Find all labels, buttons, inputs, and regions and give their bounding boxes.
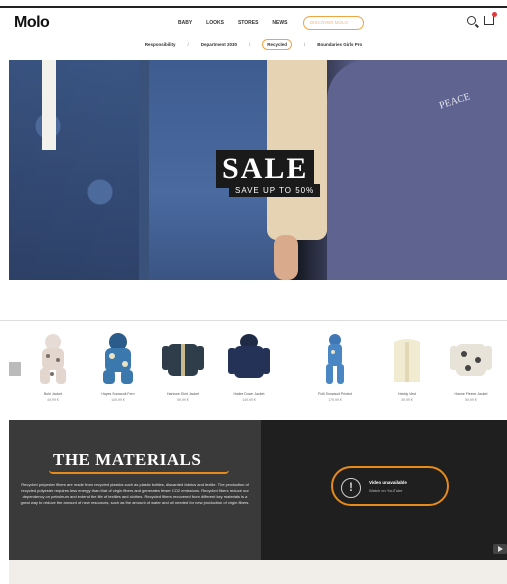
subnav-responsibility[interactable]: Responsibility [145,42,176,50]
product-name[interactable]: Polli Snowsuit Printed [304,392,366,396]
top-border [0,0,507,8]
materials-text-panel: THE MATERIALS Recycled polyester fibers … [9,420,261,560]
nav-item-discover-highlight[interactable]: DISCOVER MOLO [303,16,364,30]
video-title: Video unavailable [369,480,407,485]
search-icon[interactable] [467,16,476,25]
title-underline-annotation [49,470,229,474]
sub-navigation: Responsibility / Department 2030 / Recyc… [0,39,507,50]
materials-section: THE MATERIALS Recycled polyester fibers … [9,420,507,560]
video-panel[interactable]: ! Video unavailable Watch on YouTube [261,420,507,560]
product-card[interactable]: Hailee Down Jacket 149,99 € [218,330,280,410]
product-image[interactable] [228,330,270,386]
product-name[interactable]: Hailee Down Jacket [218,392,280,396]
materials-body: Recycled polyester fibers are made from … [20,482,250,505]
carousel-prev-button[interactable] [9,362,21,376]
cart-icon[interactable] [484,12,497,25]
product-name[interactable]: Bobi Jacket [22,392,84,396]
product-card[interactable]: Hayes Snowsuit Fern 149,99 € [87,330,149,410]
product-price: 179,99 € [328,398,342,402]
molo-logo[interactable]: Molo [14,14,50,32]
product-price: 49,99 € [47,398,59,402]
nav-item-looks[interactable]: LOOKS [206,20,224,26]
hero-sweater [327,60,507,280]
sale-label: SALE [216,150,315,188]
site-header: Molo BABY LOOKS STORES NEWS DISCOVER MOL… [8,10,502,36]
subnav-separator: / [187,42,189,47]
product-name[interactable]: Heddy Vest [376,392,438,396]
hero-arm [274,235,298,280]
header-icons [467,12,497,25]
product-price: 59,99 € [177,398,189,402]
divider [0,320,507,321]
product-image[interactable] [32,330,74,386]
product-image[interactable] [314,330,356,386]
product-price: 149,99 € [111,398,125,402]
subnav-separator: / [304,42,306,47]
youtube-icon[interactable] [493,544,507,554]
cart-badge [492,12,497,17]
video-link[interactable]: Watch on YouTube [369,488,403,493]
hero-white-shirt [42,60,56,150]
subnav-recycled[interactable]: Recycled [262,39,293,50]
product-card[interactable]: Heddy Vest 39,99 € [376,330,438,410]
alert-icon: ! [341,478,361,498]
product-card[interactable]: Polli Snowsuit Printed 179,99 € [304,330,366,410]
hero-denim-jacket [9,60,139,280]
subnav-separator: / [249,42,251,47]
product-card[interactable]: Hanne Fleece Jacket 59,99 € [440,330,502,410]
product-image[interactable] [97,330,139,386]
product-image[interactable] [450,330,492,386]
sale-subtitle: SAVE UP TO 50% [229,184,321,197]
product-price: 59,99 € [465,398,477,402]
product-price: 39,99 € [401,398,413,402]
product-name[interactable]: Hanne Fleece Jacket [440,392,502,396]
product-image[interactable] [162,330,204,386]
product-name[interactable]: Harlowe Shirt Jacket [152,392,214,396]
hero-banner[interactable]: PEACE SALE SAVE UP TO 50% [9,60,507,280]
materials-title: THE MATERIALS [53,450,202,469]
footer-strip [9,560,507,584]
nav-item-baby[interactable]: BABY [178,20,192,26]
product-card[interactable]: Harlowe Shirt Jacket 59,99 € [152,330,214,410]
main-nav: BABY LOOKS STORES NEWS [178,20,287,26]
product-name[interactable]: Hayes Snowsuit Fern [87,392,149,396]
product-carousel: Bobi Jacket 49,99 € Hayes Snowsuit Fern … [0,320,507,412]
subnav-department[interactable]: Department 2030 [201,42,237,50]
product-image[interactable] [386,330,428,386]
nav-item-news[interactable]: NEWS [272,20,287,26]
subnav-boundaries[interactable]: Boundaries Girls Pro [317,42,362,50]
product-card[interactable]: Bobi Jacket 49,99 € [22,330,84,410]
nav-item-discover[interactable]: DISCOVER MOLO [310,20,348,25]
nav-item-stores[interactable]: STORES [238,20,258,26]
product-price: 149,99 € [242,398,256,402]
